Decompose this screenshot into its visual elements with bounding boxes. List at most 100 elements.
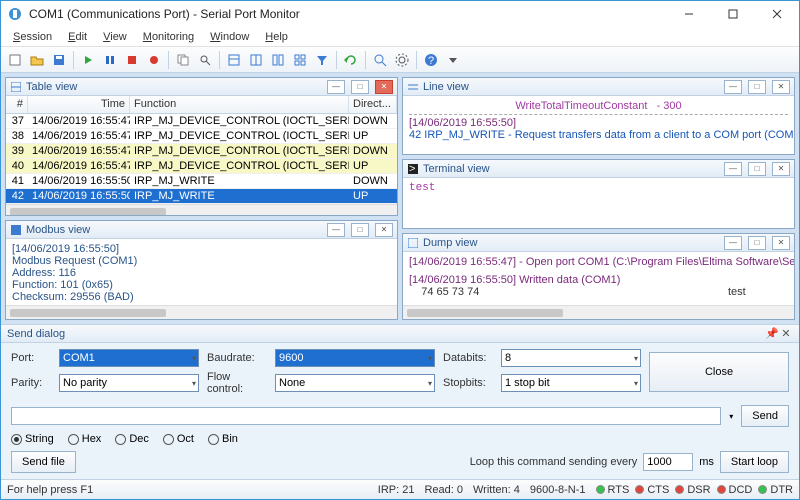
copy-icon[interactable] xyxy=(173,50,193,70)
radio-bin[interactable]: Bin xyxy=(208,433,238,445)
table-row[interactable]: 3814/06/2019 16:55:47IRP_MJ_DEVICE_CONTR… xyxy=(6,129,397,144)
send-dialog-title[interactable]: Send dialog 📌 ✕ xyxy=(1,325,799,343)
panel-max-button[interactable]: □ xyxy=(748,80,766,94)
close-icon[interactable]: ✕ xyxy=(779,327,793,341)
table-view-titlebar[interactable]: Table view — □ ✕ xyxy=(6,78,397,96)
panel-max-button[interactable]: □ xyxy=(748,162,766,176)
status-read: Read: 0 xyxy=(424,484,463,496)
databits-label: Databits: xyxy=(443,352,493,364)
menu-view[interactable]: View xyxy=(97,29,133,45)
modbus-view-titlebar[interactable]: Modbus view — □ ✕ xyxy=(6,221,397,239)
pin-icon[interactable]: 📌 xyxy=(765,327,779,341)
right-column: Line view — □ ✕ WriteTotalTimeoutConstan… xyxy=(402,77,795,320)
format-radios: String Hex Dec Oct Bin xyxy=(1,431,248,451)
col-num[interactable]: # xyxy=(6,96,28,113)
zoom-icon[interactable] xyxy=(370,50,390,70)
pause-icon[interactable] xyxy=(100,50,120,70)
status-leds: RTSCTSDSRDCDDTR xyxy=(596,484,794,496)
panel-close-button[interactable]: ✕ xyxy=(375,80,393,94)
flow-combo[interactable]: None▾ xyxy=(275,374,435,392)
dump-line-2: [14/06/2019 16:55:50] Written data (COM1… xyxy=(409,274,788,286)
col-dir[interactable]: Direct... xyxy=(349,96,397,113)
h-scrollbar[interactable] xyxy=(403,305,794,319)
h-scrollbar[interactable] xyxy=(6,305,397,319)
panel-min-button[interactable]: — xyxy=(724,162,742,176)
panel-close-button[interactable]: ✕ xyxy=(772,236,790,250)
port-combo[interactable]: COM1▾ xyxy=(59,349,199,367)
view1-icon[interactable] xyxy=(224,50,244,70)
open-icon[interactable] xyxy=(27,50,47,70)
menu-window[interactable]: Window xyxy=(204,29,255,45)
radio-oct[interactable]: Oct xyxy=(163,433,194,445)
table-row[interactable]: 4214/06/2019 16:55:50IRP_MJ_WRITEUP xyxy=(6,189,397,204)
panel-close-button[interactable]: ✕ xyxy=(772,162,790,176)
h-scrollbar[interactable] xyxy=(6,204,397,215)
menu-help[interactable]: Help xyxy=(259,29,294,45)
send-grid: Port: COM1▾ Baudrate: 9600▾ Databits: 8▾… xyxy=(1,343,799,401)
radio-string[interactable]: String xyxy=(11,433,54,445)
terminal-body: test xyxy=(403,178,794,228)
dump-icon xyxy=(407,237,419,249)
table-header: # Time Function Direct... xyxy=(6,96,397,114)
find-icon[interactable] xyxy=(195,50,215,70)
menu-monitoring[interactable]: Monitoring xyxy=(137,29,200,45)
radio-hex[interactable]: Hex xyxy=(68,433,102,445)
menu-session[interactable]: Session xyxy=(7,29,58,45)
line-view-panel: Line view — □ ✕ WriteTotalTimeoutConstan… xyxy=(402,77,795,155)
new-icon[interactable] xyxy=(5,50,25,70)
panel-close-button[interactable]: ✕ xyxy=(375,223,393,237)
parity-combo[interactable]: No parity▾ xyxy=(59,374,199,392)
table-view-title: Table view xyxy=(26,81,321,93)
panel-max-button[interactable]: □ xyxy=(351,80,369,94)
save-icon[interactable] xyxy=(49,50,69,70)
table-row[interactable]: 4014/06/2019 16:55:47IRP_MJ_DEVICE_CONTR… xyxy=(6,159,397,174)
send-input[interactable] xyxy=(11,407,721,425)
terminal-view-titlebar[interactable]: > Terminal view — □ ✕ xyxy=(403,160,794,178)
view4-icon[interactable] xyxy=(290,50,310,70)
view3-icon[interactable] xyxy=(268,50,288,70)
radio-dec[interactable]: Dec xyxy=(115,433,149,445)
menu-edit[interactable]: Edit xyxy=(62,29,93,45)
settings-icon[interactable] xyxy=(392,50,412,70)
record-icon[interactable] xyxy=(144,50,164,70)
panel-min-button[interactable]: — xyxy=(724,236,742,250)
stop-icon[interactable] xyxy=(122,50,142,70)
filter-icon[interactable] xyxy=(312,50,332,70)
baud-combo[interactable]: 9600▾ xyxy=(275,349,435,367)
play-icon[interactable] xyxy=(78,50,98,70)
dropdown-icon[interactable] xyxy=(443,50,463,70)
dump-view-titlebar[interactable]: Dump view — □ ✕ xyxy=(403,234,794,252)
table-row[interactable]: 3914/06/2019 16:55:47IRP_MJ_DEVICE_CONTR… xyxy=(6,144,397,159)
send-file-button[interactable]: Send file xyxy=(11,451,76,473)
redo-icon[interactable] xyxy=(341,50,361,70)
panel-min-button[interactable]: — xyxy=(724,80,742,94)
databits-combo[interactable]: 8▾ xyxy=(501,349,641,367)
window-title: COM1 (Communications Port) - Serial Port… xyxy=(29,7,667,21)
panel-close-button[interactable]: ✕ xyxy=(772,80,790,94)
send-button[interactable]: Send xyxy=(741,405,789,427)
panel-min-button[interactable]: — xyxy=(327,80,345,94)
modbus-icon xyxy=(10,224,22,236)
modbus-body: [14/06/2019 16:55:50]Modbus Request (COM… xyxy=(6,239,397,305)
line-view-titlebar[interactable]: Line view — □ ✕ xyxy=(403,78,794,96)
panel-max-button[interactable]: □ xyxy=(351,223,369,237)
loop-interval-input[interactable]: 1000 xyxy=(643,453,693,471)
table-row[interactable]: 4114/06/2019 16:55:50IRP_MJ_WRITEDOWN xyxy=(6,174,397,189)
led-dtr: DTR xyxy=(758,484,793,496)
panel-min-button[interactable]: — xyxy=(327,223,345,237)
close-button[interactable] xyxy=(755,1,799,27)
view2-icon[interactable] xyxy=(246,50,266,70)
col-func[interactable]: Function xyxy=(130,96,349,113)
help-icon[interactable]: ? xyxy=(421,50,441,70)
stop-combo[interactable]: 1 stop bit▾ xyxy=(501,374,641,392)
maximize-button[interactable] xyxy=(711,1,755,27)
start-loop-button[interactable]: Start loop xyxy=(720,451,789,473)
status-cfg: 9600-8-N-1 xyxy=(530,484,586,496)
minimize-button[interactable] xyxy=(667,1,711,27)
table-row[interactable]: 3714/06/2019 16:55:47IRP_MJ_DEVICE_CONTR… xyxy=(6,114,397,129)
led-dcd: DCD xyxy=(717,484,753,496)
parity-label: Parity: xyxy=(11,377,51,389)
col-time[interactable]: Time xyxy=(28,96,130,113)
panel-max-button[interactable]: □ xyxy=(748,236,766,250)
close-button[interactable]: Close xyxy=(649,352,789,392)
